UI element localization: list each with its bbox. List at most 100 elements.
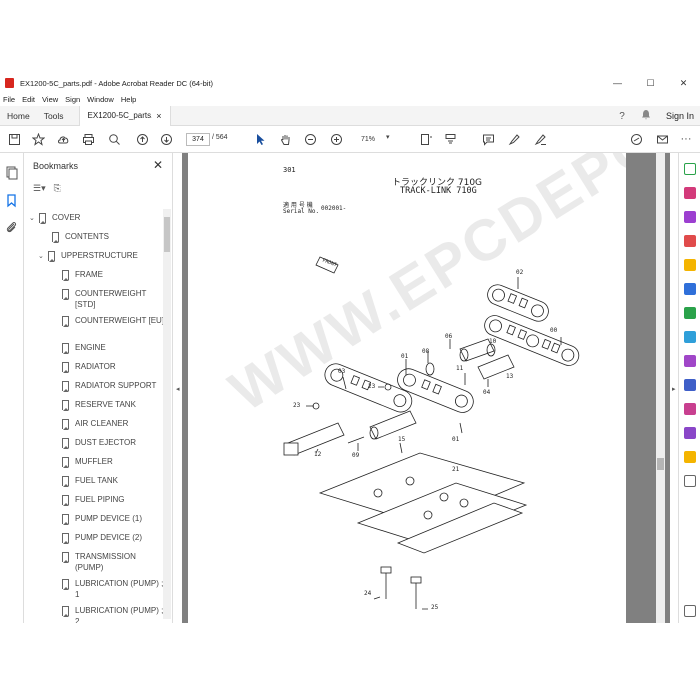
export-pdf-icon[interactable] bbox=[684, 187, 696, 199]
bookmark-item[interactable]: CONTENTS bbox=[42, 231, 155, 243]
bookmark-item[interactable]: ⌄ COVER bbox=[29, 212, 142, 224]
close-panel-icon[interactable]: ✕ bbox=[153, 158, 163, 172]
bookmark-item[interactable]: FUEL PIPING bbox=[52, 494, 163, 506]
bookmark-item[interactable]: COUNTERWEIGHT [EU] bbox=[52, 315, 163, 327]
collapse-right-panel-icon[interactable]: ▸ bbox=[672, 385, 676, 393]
scrollbar-thumb[interactable] bbox=[164, 217, 170, 252]
scrollbar-thumb[interactable] bbox=[657, 458, 664, 470]
menu-sign[interactable]: Sign bbox=[65, 95, 80, 104]
bookmark-label: MUFFLER bbox=[75, 457, 113, 466]
pdf-page[interactable]: 301 トラックリンク 710G TRACK-LINK 710G 適 用 号 機… bbox=[188, 153, 626, 623]
menu-edit[interactable]: Edit bbox=[22, 95, 35, 104]
bookmark-item[interactable]: AIR CLEANER bbox=[52, 418, 163, 430]
more-tools-icon[interactable]: ··· bbox=[678, 131, 694, 147]
collapse-left-panel-icon[interactable]: ◂ bbox=[176, 385, 180, 393]
expand-chevron-icon[interactable]: ⌄ bbox=[29, 213, 39, 224]
help-icon[interactable]: ? bbox=[614, 111, 630, 122]
organize-pages-icon[interactable] bbox=[684, 307, 696, 319]
menu-view[interactable]: View bbox=[42, 95, 58, 104]
part-label-01: 01 bbox=[401, 353, 409, 360]
expand-chevron-icon[interactable]: ⌄ bbox=[38, 251, 48, 262]
comment-icon[interactable] bbox=[480, 131, 496, 147]
page-fit-icon[interactable] bbox=[418, 131, 434, 147]
email-icon[interactable] bbox=[654, 131, 670, 147]
zoom-in-icon[interactable] bbox=[328, 131, 344, 147]
menu-file[interactable]: File bbox=[3, 95, 15, 104]
bookmark-icon bbox=[62, 457, 69, 468]
fill-sign-icon[interactable] bbox=[532, 131, 548, 147]
page-number-input[interactable]: 374 bbox=[186, 133, 210, 146]
window-title: EX1200-5C_parts.pdf - Adobe Acrobat Read… bbox=[20, 78, 214, 88]
bookmark-item[interactable]: RADIATOR SUPPORT bbox=[52, 380, 163, 392]
bookmark-item[interactable]: TRANSMISSION (PUMP) bbox=[52, 551, 163, 573]
tab-tools[interactable]: Tools bbox=[37, 106, 71, 126]
zoom-out-icon[interactable] bbox=[302, 131, 318, 147]
highlight-pen-icon[interactable] bbox=[506, 131, 522, 147]
part-label-02: 02 bbox=[516, 269, 524, 276]
bookmark-icon bbox=[52, 232, 59, 243]
scroll-mode-icon[interactable] bbox=[442, 131, 458, 147]
cloud-upload-icon[interactable] bbox=[55, 131, 71, 147]
tab-home[interactable]: Home bbox=[0, 106, 37, 126]
select-cursor-icon[interactable] bbox=[252, 131, 268, 147]
create-pdf-icon[interactable] bbox=[684, 235, 696, 247]
tab-document[interactable]: EX1200-5C_parts.p... × bbox=[78, 105, 171, 126]
close-tab-icon[interactable]: × bbox=[156, 111, 161, 121]
send-for-review-icon[interactable] bbox=[684, 427, 696, 439]
notification-bell-icon[interactable] bbox=[638, 109, 654, 123]
document-scrollbar[interactable] bbox=[656, 153, 665, 623]
bookmark-item[interactable]: LUBRICATION (PUMP) ; 1 bbox=[52, 578, 163, 600]
bookmark-item[interactable]: MUFFLER bbox=[52, 456, 163, 468]
part-label-10: 10 bbox=[489, 338, 497, 345]
bookmark-star-icon[interactable] bbox=[30, 131, 46, 147]
print-icon[interactable] bbox=[80, 131, 96, 147]
zoom-level-input[interactable]: 71% bbox=[357, 133, 389, 146]
attachments-icon[interactable] bbox=[4, 220, 19, 235]
sign-in-link[interactable]: Sign In bbox=[666, 111, 694, 121]
part-label-15: 15 bbox=[398, 436, 406, 443]
main-toolbar: 374 / 564 71% ▾ ··· bbox=[0, 126, 700, 153]
bookmark-item[interactable]: RESERVE TANK bbox=[52, 399, 163, 411]
protect-icon[interactable] bbox=[684, 379, 696, 391]
close-button[interactable]: ✕ bbox=[667, 74, 700, 92]
previous-page-icon[interactable] bbox=[134, 131, 150, 147]
share-link-icon[interactable] bbox=[628, 131, 644, 147]
bookmark-item[interactable]: FUEL TANK bbox=[52, 475, 163, 487]
save-icon[interactable] bbox=[6, 131, 22, 147]
expand-panel-icon[interactable] bbox=[684, 605, 696, 617]
bookmark-item[interactable]: DUST EJECTOR bbox=[52, 437, 163, 449]
part-label-13: 13 bbox=[506, 373, 514, 380]
bookmark-item[interactable]: ⌄ UPPERSTRUCTURE bbox=[38, 250, 151, 262]
bookmark-item[interactable]: RADIATOR bbox=[52, 361, 163, 373]
hand-tool-icon[interactable] bbox=[277, 131, 293, 147]
new-bookmark-icon[interactable]: ⎘ bbox=[54, 183, 61, 194]
maximize-button[interactable]: ☐ bbox=[634, 74, 667, 92]
stamp-icon[interactable] bbox=[684, 451, 696, 463]
zoom-search-icon[interactable] bbox=[106, 131, 122, 147]
bookmark-item[interactable]: LUBRICATION (PUMP) ; 2 bbox=[52, 605, 163, 623]
fill-sign-tool-icon[interactable] bbox=[684, 355, 696, 367]
compress-pdf-icon[interactable] bbox=[684, 331, 696, 343]
bookmark-item[interactable]: ENGINE bbox=[52, 342, 163, 354]
bookmark-options-icon[interactable]: ☰▾ bbox=[33, 183, 46, 194]
combine-files-icon[interactable] bbox=[684, 283, 696, 295]
more-tools-wrench-icon[interactable] bbox=[684, 475, 696, 487]
next-page-icon[interactable] bbox=[158, 131, 174, 147]
bookmarks-panel-icon[interactable] bbox=[4, 193, 19, 208]
bookmark-item[interactable]: PUMP DEVICE (1) bbox=[52, 513, 163, 525]
search-tool-icon[interactable] bbox=[684, 163, 696, 175]
request-signature-icon[interactable] bbox=[684, 403, 696, 415]
edit-pdf-icon[interactable] bbox=[684, 211, 696, 223]
minimize-button[interactable]: — bbox=[601, 74, 634, 92]
menu-window[interactable]: Window bbox=[87, 95, 114, 104]
comment-tool-icon[interactable] bbox=[684, 259, 696, 271]
bookmark-icon bbox=[62, 343, 69, 354]
bookmark-item[interactable]: COUNTERWEIGHT [STD] bbox=[52, 288, 163, 310]
menu-help[interactable]: Help bbox=[121, 95, 136, 104]
bookmarks-scrollbar[interactable] bbox=[163, 209, 171, 619]
page-thumbnails-icon[interactable] bbox=[4, 165, 19, 180]
bookmark-item[interactable]: PUMP DEVICE (2) bbox=[52, 532, 163, 544]
bookmark-item[interactable]: FRAME bbox=[52, 269, 163, 281]
bookmark-icon bbox=[62, 381, 69, 392]
zoom-dropdown-icon[interactable]: ▾ bbox=[386, 133, 390, 141]
